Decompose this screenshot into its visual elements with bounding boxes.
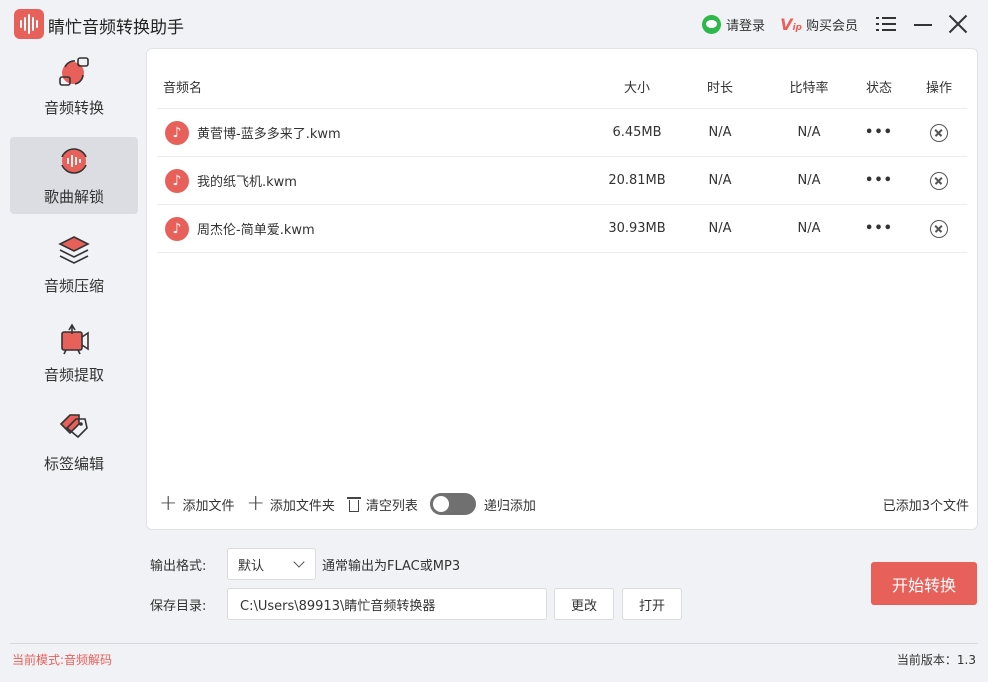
panel-toolbar: + 添加文件 + 添加文件夹 清空列表 递归添加 已添加3个文件 bbox=[159, 491, 969, 517]
sidebar-item-tag-edit[interactable]: 标签编辑 bbox=[10, 404, 138, 481]
header-bitrate: 比特率 bbox=[789, 81, 829, 96]
footer-divider bbox=[10, 643, 978, 644]
current-version: 当前版本：1.3 bbox=[896, 653, 976, 667]
file-bitrate: N/A bbox=[797, 221, 821, 236]
file-duration: N/A bbox=[708, 173, 732, 188]
row-action bbox=[919, 123, 959, 142]
output-format-label: 输出格式: bbox=[150, 558, 207, 574]
header-action: 操作 bbox=[925, 81, 952, 96]
sidebar-item-label: 标签编辑 bbox=[43, 455, 104, 473]
status-more-icon[interactable]: ••• bbox=[859, 125, 899, 140]
table-row[interactable]: ♪ 我的纸飞机.kwm 20.81MB N/A N/A ••• bbox=[157, 157, 967, 205]
music-note-icon: ♪ bbox=[165, 217, 189, 241]
start-convert-button[interactable]: 开始转换 bbox=[871, 562, 977, 605]
file-duration: N/A bbox=[708, 221, 732, 236]
close-icon[interactable] bbox=[948, 14, 968, 34]
status-more-icon[interactable]: ••• bbox=[859, 221, 899, 236]
add-file-label: 添加文件 bbox=[182, 498, 235, 514]
login-button[interactable]: 请登录 bbox=[702, 14, 766, 34]
wechat-icon bbox=[702, 14, 722, 34]
sidebar-item-audio-convert[interactable]: 音频转换 bbox=[10, 48, 138, 125]
open-dir-button[interactable]: 打开 bbox=[622, 588, 682, 620]
row-action bbox=[919, 171, 959, 190]
recursive-add-label: 递归添加 bbox=[483, 498, 536, 514]
tag-edit-icon bbox=[57, 411, 91, 445]
add-file-button[interactable]: + 添加文件 bbox=[159, 491, 235, 516]
file-list-panel: 音频名 大小 时长 比特率 状态 操作 ♪ 黄菅博-蓝多多来了.kwm 6.45… bbox=[146, 48, 978, 530]
sidebar-item-audio-extract[interactable]: 音频提取 bbox=[10, 315, 138, 392]
clear-list-label: 清空列表 bbox=[365, 498, 418, 514]
clear-list-button[interactable]: 清空列表 bbox=[346, 495, 418, 514]
header-name: 音频名 bbox=[163, 81, 203, 96]
status-more-icon[interactable]: ••• bbox=[859, 173, 899, 188]
output-format-hint: 通常输出为FLAC或MP3 bbox=[322, 558, 461, 574]
sidebar-item-label: 音频压缩 bbox=[43, 277, 104, 295]
output-format-value: 默认 bbox=[238, 558, 265, 574]
current-mode: 当前模式:音频解码 bbox=[12, 653, 113, 667]
file-duration: N/A bbox=[708, 125, 732, 140]
audio-compress-icon bbox=[57, 233, 91, 267]
trash-icon bbox=[346, 496, 361, 512]
add-folder-button[interactable]: + 添加文件夹 bbox=[246, 491, 335, 516]
song-unlock-icon bbox=[57, 144, 91, 178]
file-name: 我的纸飞机.kwm bbox=[197, 175, 297, 190]
row-action bbox=[919, 219, 959, 238]
header-duration: 时长 bbox=[706, 81, 733, 96]
menu-icon[interactable] bbox=[876, 14, 896, 34]
save-dir-label: 保存目录: bbox=[150, 598, 207, 614]
file-name: 周杰伦-简单爱.kwm bbox=[197, 223, 315, 238]
music-note-icon: ♪ bbox=[165, 121, 189, 145]
buy-vip-button[interactable]: Vip 购买会员 bbox=[780, 15, 858, 34]
sidebar-item-label: 音频提取 bbox=[43, 366, 104, 384]
file-size: 6.45MB bbox=[612, 125, 662, 140]
buy-vip-label: 购买会员 bbox=[805, 18, 858, 34]
minimize-icon[interactable] bbox=[914, 14, 932, 34]
sidebar-item-song-unlock[interactable]: 歌曲解锁 bbox=[10, 137, 138, 214]
file-bitrate: N/A bbox=[797, 125, 821, 140]
plus-icon: + bbox=[246, 491, 265, 516]
vip-icon: Vip bbox=[780, 14, 802, 34]
output-format-row: 输出格式: 默认 通常输出为FLAC或MP3 bbox=[150, 548, 460, 580]
header-size: 大小 bbox=[623, 81, 650, 96]
file-size: 20.81MB bbox=[608, 173, 666, 188]
change-dir-button[interactable]: 更改 bbox=[554, 588, 614, 620]
save-dir-input[interactable] bbox=[227, 588, 547, 620]
chevron-down-icon bbox=[293, 556, 305, 568]
app-logo-icon bbox=[14, 9, 44, 39]
title-bar: 睛忙音频转换助手 请登录 Vip 购买会员 bbox=[0, 0, 988, 48]
file-bitrate: N/A bbox=[797, 173, 821, 188]
audio-convert-icon bbox=[57, 55, 91, 89]
login-label: 请登录 bbox=[726, 18, 766, 34]
music-note-icon: ♪ bbox=[165, 169, 189, 193]
table-row[interactable]: ♪ 黄菅博-蓝多多来了.kwm 6.45MB N/A N/A ••• bbox=[157, 109, 967, 157]
save-dir-row: 保存目录: 更改 打开 bbox=[150, 588, 682, 620]
sidebar-item-label: 音频转换 bbox=[43, 99, 104, 117]
file-name: 黄菅博-蓝多多来了.kwm bbox=[197, 127, 341, 142]
table-row[interactable]: ♪ 周杰伦-简单爱.kwm 30.93MB N/A N/A ••• bbox=[157, 205, 967, 253]
table-header: 音频名 大小 时长 比特率 状态 操作 bbox=[157, 65, 967, 109]
sidebar-item-audio-compress[interactable]: 音频压缩 bbox=[10, 226, 138, 303]
plus-icon: + bbox=[159, 491, 178, 516]
audio-extract-icon bbox=[57, 322, 91, 356]
sidebar-item-label: 歌曲解锁 bbox=[43, 188, 104, 206]
file-size: 30.93MB bbox=[608, 221, 666, 236]
recursive-add-toggle[interactable] bbox=[429, 493, 476, 515]
added-count: 已添加3个文件 bbox=[882, 498, 969, 514]
remove-icon[interactable] bbox=[930, 123, 948, 142]
remove-icon[interactable] bbox=[930, 219, 948, 238]
output-format-select[interactable]: 默认 bbox=[227, 548, 316, 580]
add-folder-label: 添加文件夹 bbox=[269, 498, 335, 514]
app-title: 睛忙音频转换助手 bbox=[48, 18, 184, 38]
header-status: 状态 bbox=[865, 81, 892, 96]
remove-icon[interactable] bbox=[930, 171, 948, 190]
sidebar: 音频转换 歌曲解锁 音频压缩 音频提取 标签编辑 bbox=[10, 48, 138, 493]
